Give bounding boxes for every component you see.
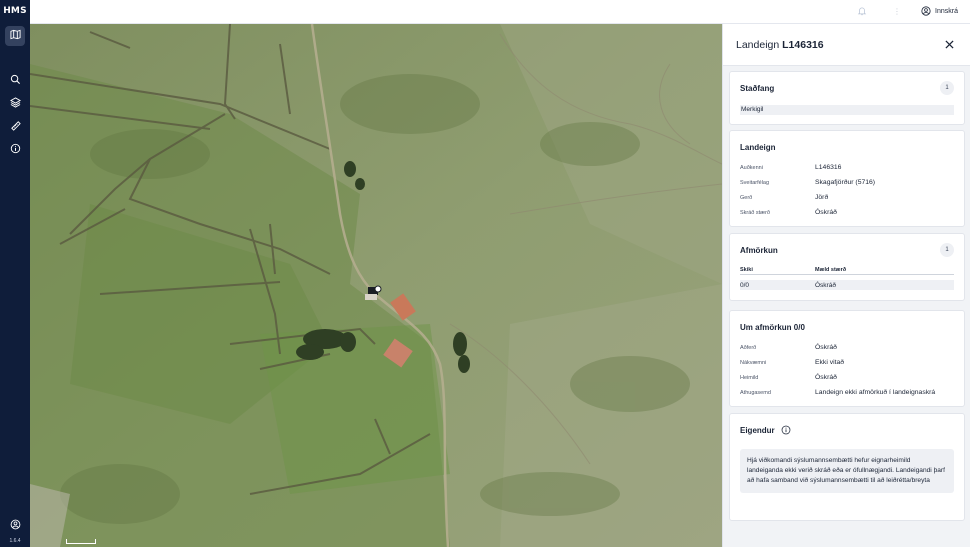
table-row[interactable]: 0/0 Óskráð — [740, 280, 954, 290]
row-key: Auðkenni — [740, 164, 763, 171]
row-value: L146316 — [815, 164, 842, 171]
topbar-divider: ⋮ — [893, 7, 902, 16]
afmorkun-table-header: Skiki Mæld stærð — [740, 265, 954, 275]
map-icon — [9, 27, 21, 45]
eigendur-card: Eigendur Hjá viðkomandi sýslumannsembætt… — [729, 413, 965, 521]
top-bar: ⋮ Innskrá — [30, 0, 970, 24]
account-button[interactable] — [5, 516, 25, 536]
search-button[interactable] — [5, 71, 25, 91]
user-circle-icon — [10, 517, 21, 535]
landeign-row: Sveitarfélag Skagafjörður (5716) — [740, 175, 954, 190]
cell-skiki: 0/0 — [740, 281, 750, 289]
row-key: Gerð — [740, 194, 753, 201]
row-key: Athugasemd — [740, 389, 771, 396]
stadfang-card: Staðfang 1 Merkigil — [729, 71, 965, 125]
stadfang-head: Staðfang 1 — [740, 81, 954, 95]
landeign-row: Auðkenni L146316 — [740, 160, 954, 175]
panel-header: Landeign L146316 — [723, 24, 970, 66]
um-afmorkun-row: Nákvæmni Ekki vitað — [740, 355, 954, 370]
bell-icon[interactable] — [857, 6, 869, 18]
stadfang-count: 1 — [940, 81, 954, 95]
row-value: Óskráð — [815, 374, 837, 381]
afmorkun-title: Afmörkun — [740, 245, 778, 255]
map-button[interactable] — [5, 26, 25, 46]
eigendur-head: Eigendur — [740, 423, 954, 437]
location-marker[interactable] — [374, 285, 382, 293]
ruler-icon — [10, 118, 21, 136]
row-value: Jörð — [815, 194, 829, 201]
close-button[interactable] — [942, 38, 956, 52]
um-afmorkun-head: Um afmörkun 0/0 — [740, 320, 954, 334]
cell-size: Óskráð — [815, 281, 836, 289]
info-button[interactable] — [5, 140, 25, 160]
measure-button[interactable] — [5, 117, 25, 137]
row-key: Heimild — [740, 374, 759, 381]
aerial-map — [30, 24, 722, 547]
row-key: Aðferð — [740, 344, 757, 351]
stadfang-title: Staðfang — [740, 83, 775, 93]
layers-icon — [9, 95, 21, 113]
panel-title: Landeign L146316 — [736, 39, 824, 51]
property-panel: Landeign L146316 Staðfang 1 Merkigil Lan… — [722, 24, 970, 547]
version-label: 1.6.4 — [9, 538, 21, 544]
um-afmorkun-rows: Aðferð Óskráð Nákvæmni Ekki vitað Heimild Ó… — [740, 340, 954, 400]
column-header-skiki: Skiki — [740, 266, 753, 273]
map-canvas[interactable] — [30, 24, 722, 547]
row-value: Landeign ekki afmörkuð í landeignaskrá — [815, 389, 936, 396]
address-row[interactable]: Merkigil — [740, 105, 954, 115]
info-icon[interactable] — [781, 425, 791, 435]
row-value: Skagafjörður (5716) — [815, 179, 876, 186]
um-afmorkun-title: Um afmörkun 0/0 — [740, 322, 805, 332]
scale-bar — [66, 539, 96, 544]
landeign-row: Gerð Jörð — [740, 190, 954, 205]
logo[interactable]: HMS — [3, 6, 27, 20]
column-header-size: Mæld stærð — [815, 266, 847, 273]
info-icon — [10, 141, 21, 159]
search-icon — [10, 72, 21, 90]
um-afmorkun-row: Aðferð Óskráð — [740, 340, 954, 355]
um-afmorkun-card: Um afmörkun 0/0 Aðferð Óskráð Nákvæmni Ekk… — [729, 310, 965, 407]
app-root: HMS 1.6.4 ⋮ Innskrá Landeign L146316 Sta… — [0, 0, 970, 547]
row-value: Óskráð — [815, 344, 837, 351]
row-key: Sveitarfélag — [740, 179, 770, 186]
afmorkun-card: Afmörkun 1 Skiki Mæld stærð 0/0 Óskráð — [729, 233, 965, 301]
afmorkun-count: 1 — [940, 243, 954, 257]
left-rail: HMS 1.6.4 — [0, 0, 30, 547]
row-key: Skráð stærð — [740, 209, 770, 216]
landeign-head: Landeign — [740, 140, 954, 154]
landeign-row: Skráð stærð Óskráð — [740, 205, 954, 220]
landeign-card: Landeign Auðkenni L146316 Sveitarfélag Ska… — [729, 130, 965, 227]
landeign-rows: Auðkenni L146316 Sveitarfélag Skagafjörður… — [740, 160, 954, 220]
um-afmorkun-row: Athugasemd Landeign ekki afmörkuð í lande… — [740, 385, 954, 400]
landeign-title: Landeign — [740, 142, 776, 152]
eigendur-title: Eigendur — [740, 425, 775, 435]
row-value: Óskráð — [815, 209, 837, 216]
login-label: Innskrá — [935, 8, 958, 15]
um-afmorkun-row: Heimild Óskráð — [740, 370, 954, 385]
afmorkun-head: Afmörkun 1 — [740, 243, 954, 257]
user-circle-icon — [921, 3, 931, 21]
login-button[interactable]: Innskrá — [921, 3, 958, 21]
layers-button[interactable] — [5, 94, 25, 114]
panel-title-prefix: Landeign — [736, 38, 780, 51]
close-icon — [944, 36, 954, 54]
row-value: Ekki vitað — [815, 359, 845, 366]
panel-title-id: L146316 — [782, 38, 824, 51]
owner-notice: Hjá viðkomandi sýslumannsembætti hefur e… — [740, 449, 954, 493]
row-key: Nákvæmni — [740, 359, 767, 366]
